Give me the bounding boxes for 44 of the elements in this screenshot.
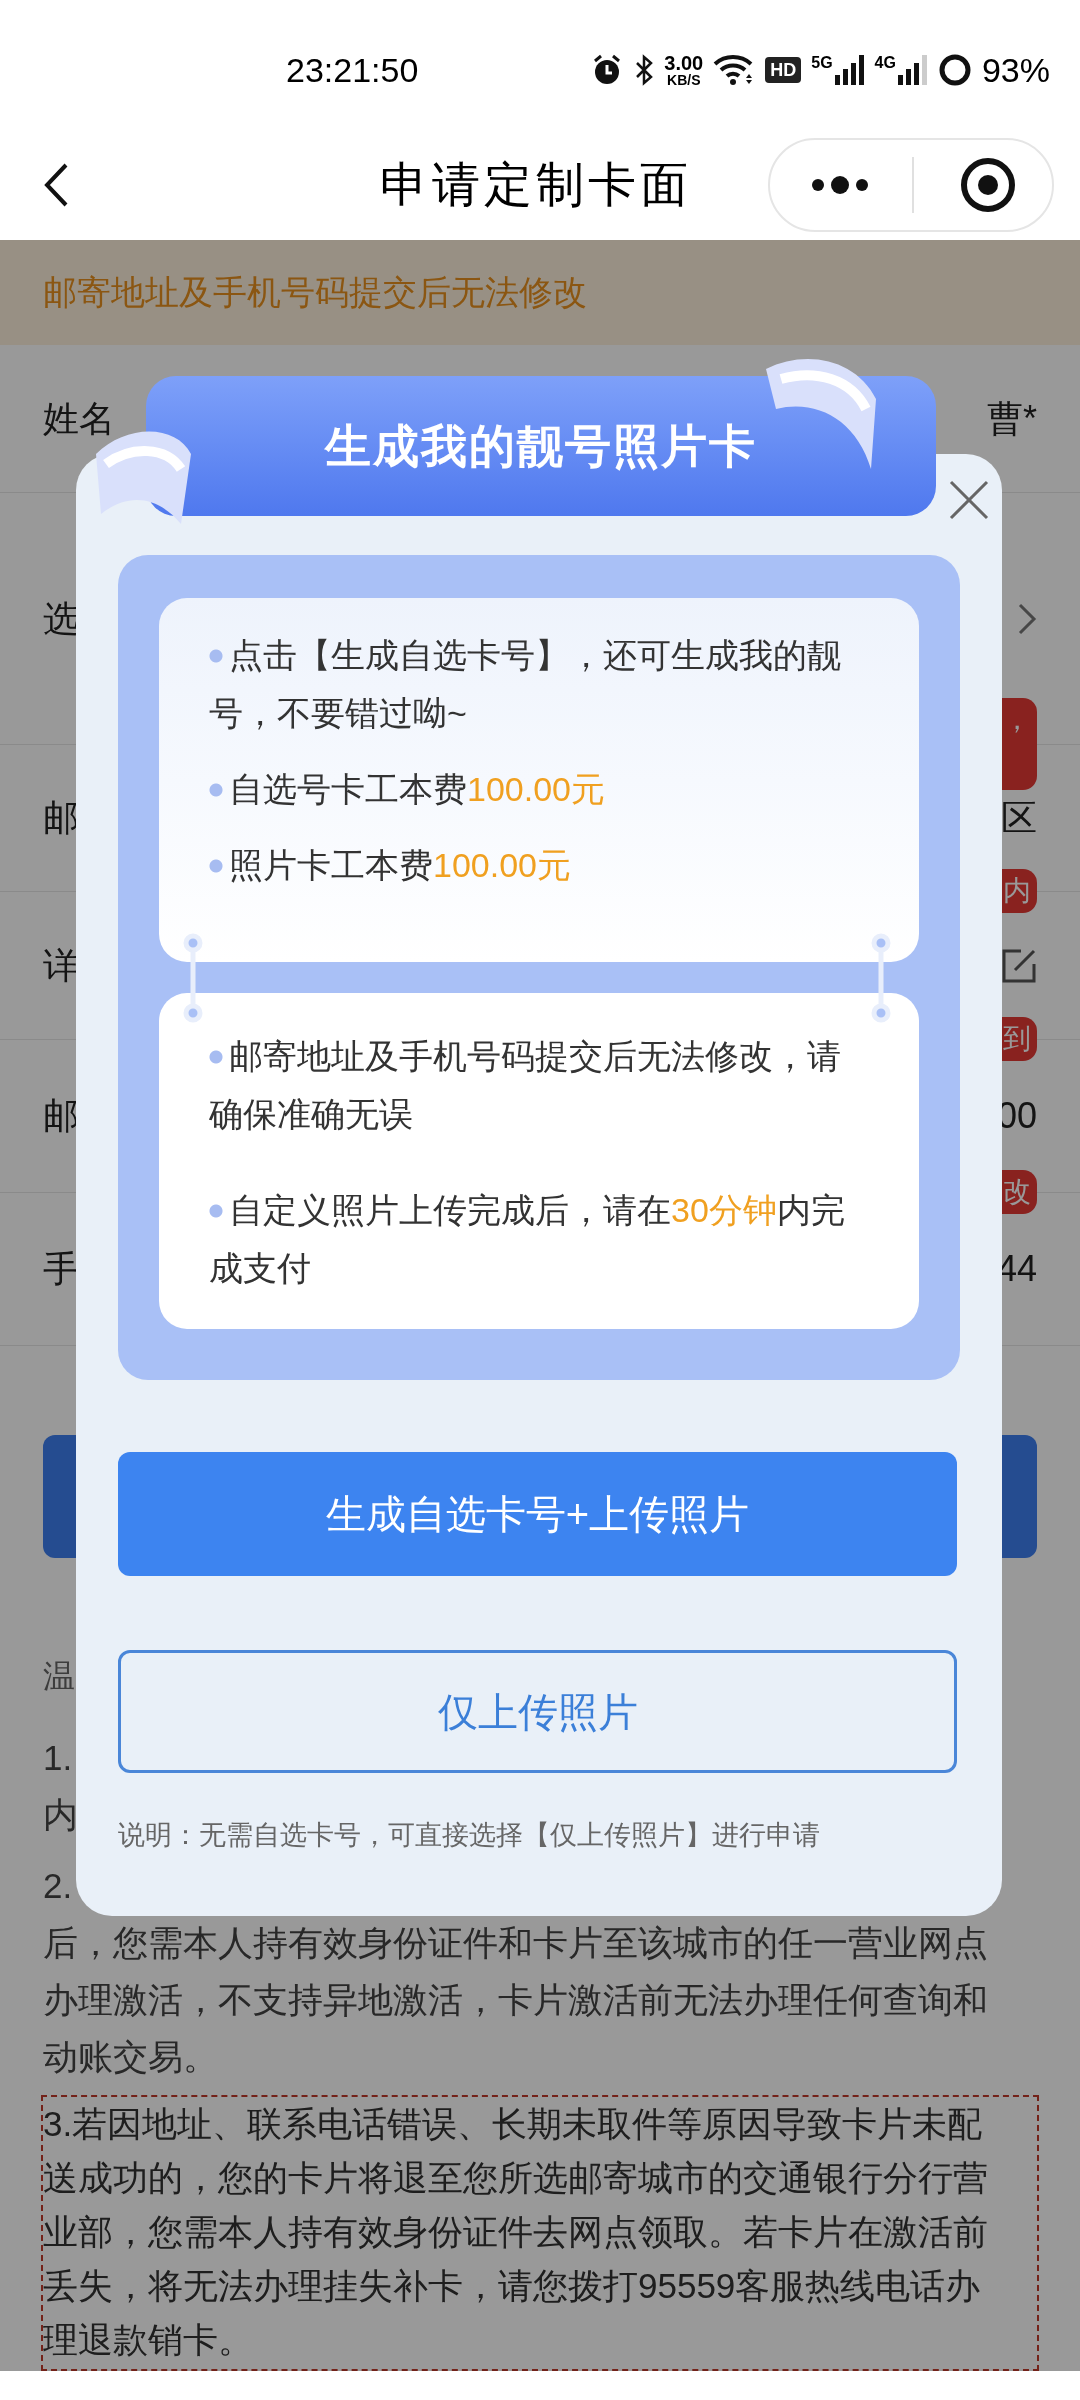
tips-title: 温 bbox=[43, 1657, 76, 1696]
signal-icon bbox=[834, 55, 865, 85]
tips-line: 办理激活，不支持异地激活，卡片激活前无法办理任何查询和 bbox=[43, 1979, 988, 2021]
hd-badge: HD bbox=[765, 57, 802, 83]
generate-upload-button[interactable]: 生成自选卡号+上传照片 bbox=[118, 1452, 957, 1576]
network-speed: 3.00 bbox=[664, 53, 704, 73]
connector-icon bbox=[871, 933, 891, 1023]
notice-text: 邮寄地址及手机号码提交后无法修改 bbox=[43, 272, 587, 313]
status-time: 23:21:50 bbox=[286, 49, 419, 91]
tips-line: 送成功的，您的卡片将退至您所选邮寄城市的交通银行分行营 bbox=[43, 2157, 988, 2199]
network-type: 4G bbox=[874, 55, 896, 71]
tips-line: 1. bbox=[43, 1737, 73, 1779]
field-value: 曹* bbox=[987, 396, 1037, 441]
field-label: 选 bbox=[43, 596, 79, 641]
tips-line: 后，您需本人持有效身份证件和卡片至该城市的任一营业网点 bbox=[43, 1922, 988, 1964]
note-text: 说明：无需自选卡号，可直接选择【仅上传照片】进行申请 bbox=[118, 1819, 821, 1852]
speed-unit: KB/S bbox=[667, 73, 701, 87]
bluetooth-icon bbox=[634, 53, 655, 87]
tips-line: 理退款销卡。 bbox=[43, 2319, 253, 2361]
connector-icon bbox=[183, 933, 203, 1023]
signal-icon bbox=[897, 55, 928, 85]
dialog-title: 生成我的靓号照片卡 bbox=[325, 418, 757, 474]
tips-line: 2. bbox=[43, 1865, 73, 1907]
tips-line: 丢失，将无法办理挂失补卡，请您拨打95559客服热线电话办 bbox=[43, 2265, 981, 2307]
close-program-icon[interactable] bbox=[960, 157, 1016, 213]
close-icon[interactable] bbox=[948, 479, 990, 521]
battery-icon bbox=[937, 53, 972, 87]
edit-icon[interactable] bbox=[1001, 947, 1037, 984]
field-label: 手 bbox=[43, 1247, 79, 1291]
field-value: 区 bbox=[1001, 796, 1037, 840]
field-label: 姓名 bbox=[43, 396, 115, 441]
page-title: 申请定制卡面 bbox=[380, 155, 692, 214]
network-type: 5G bbox=[811, 55, 833, 71]
field-label: 详 bbox=[43, 943, 79, 988]
tips-line: 动账交易。 bbox=[43, 2036, 218, 2078]
tips-line: 内 bbox=[43, 1794, 78, 1836]
tips-line: 业部，您需本人持有效身份证件去网点领取。若卡片在激活前 bbox=[43, 2211, 988, 2253]
upload-photo-button[interactable]: 仅上传照片 bbox=[118, 1650, 957, 1773]
more-icon[interactable] bbox=[810, 175, 870, 195]
tips-line: 3.若因地址、联系电话错误、长期未取件等原因导致卡片未配 bbox=[43, 2103, 983, 2145]
battery-percent: 93% bbox=[981, 49, 1050, 91]
field-label: 邮 bbox=[43, 1094, 79, 1138]
chevron-right-icon[interactable] bbox=[1017, 601, 1037, 636]
field-label: 邮 bbox=[43, 796, 79, 840]
